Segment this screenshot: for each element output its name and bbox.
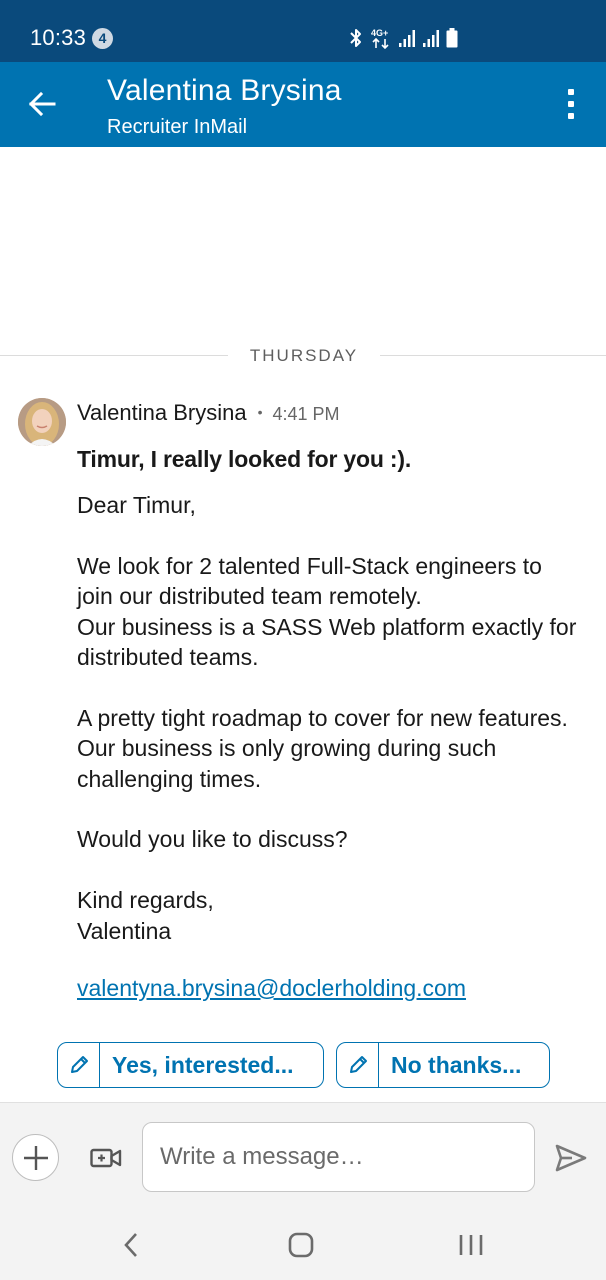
message-greeting: Dear Timur, bbox=[77, 492, 196, 518]
message-subject: Timur, I really looked for you :). bbox=[77, 446, 412, 472]
chevron-left-icon bbox=[124, 1233, 137, 1257]
message-paragraph: A pretty tight roadmap to cover for new … bbox=[77, 704, 568, 792]
header-subtitle: Recruiter InMail bbox=[107, 116, 248, 138]
pencil-icon bbox=[337, 1043, 379, 1087]
video-camera-icon bbox=[90, 1148, 122, 1168]
message-closing: Kind regards, bbox=[77, 887, 214, 914]
message-input[interactable] bbox=[142, 1122, 535, 1192]
separator-dot: • bbox=[257, 404, 263, 420]
plus-icon bbox=[23, 1145, 48, 1170]
divider-line bbox=[380, 355, 606, 356]
signal-icon bbox=[399, 30, 415, 47]
quick-reply-label: No thanks... bbox=[391, 1051, 522, 1078]
message-signature: Valentina bbox=[77, 917, 172, 944]
notification-badge: 4 bbox=[92, 28, 113, 49]
message-question: Would you like to discuss? bbox=[77, 826, 348, 853]
send-icon bbox=[555, 1144, 587, 1172]
battery-icon bbox=[446, 28, 458, 48]
profile-photo-icon bbox=[18, 398, 66, 446]
signal-icon bbox=[423, 30, 439, 47]
add-attachment-button[interactable] bbox=[12, 1134, 59, 1181]
message-header: Valentina Brysina • 4:41 PM bbox=[77, 400, 340, 426]
quick-reply-label: Yes, interested... bbox=[112, 1051, 294, 1078]
more-vertical-icon-dot bbox=[568, 101, 574, 107]
date-label: THURSDAY bbox=[249, 346, 359, 365]
quick-reply-no-button[interactable]: No thanks... bbox=[336, 1042, 550, 1088]
recent-apps-icon bbox=[459, 1235, 483, 1255]
more-options-button[interactable] bbox=[553, 82, 589, 126]
sender-name[interactable]: Valentina Brysina bbox=[77, 400, 247, 426]
back-button[interactable] bbox=[22, 84, 62, 124]
more-vertical-icon-dot bbox=[568, 113, 574, 119]
message-paragraph: Our business is a SASS Web platform exac… bbox=[77, 613, 577, 671]
video-message-button[interactable] bbox=[88, 1141, 124, 1175]
divider-line bbox=[0, 355, 228, 356]
nav-recent-apps-button[interactable] bbox=[454, 1228, 488, 1262]
message-time: 4:41 PM bbox=[272, 404, 340, 424]
pencil-icon bbox=[58, 1043, 100, 1087]
status-time: 10:33 bbox=[30, 25, 87, 50]
arrow-left-icon bbox=[28, 91, 56, 117]
quick-reply-yes-button[interactable]: Yes, interested... bbox=[57, 1042, 324, 1088]
header-contact-name[interactable]: Valentina Brysina bbox=[107, 74, 342, 108]
message-body: Dear Timur, We look for 2 talented Full-… bbox=[77, 490, 577, 946]
network-label: 4G+ bbox=[371, 28, 388, 38]
avatar[interactable] bbox=[18, 398, 66, 446]
nav-back-button[interactable] bbox=[116, 1228, 146, 1262]
more-vertical-icon bbox=[568, 89, 574, 95]
message-paragraph: We look for 2 talented Full-Stack engine… bbox=[77, 552, 542, 610]
status-bar: 10:33 4 4G+ bbox=[0, 0, 606, 62]
conversation-header: Valentina Brysina Recruiter InMail bbox=[0, 62, 606, 147]
network-4g-icon: 4G+ bbox=[371, 28, 389, 49]
bluetooth-icon bbox=[350, 29, 361, 47]
date-divider: THURSDAY bbox=[0, 345, 606, 367]
status-icons: 4G+ bbox=[348, 26, 458, 50]
home-square-icon bbox=[288, 1232, 314, 1258]
send-button[interactable] bbox=[552, 1141, 590, 1175]
compose-bar bbox=[0, 1102, 606, 1210]
email-link[interactable]: valentyna.brysina@doclerholding.com bbox=[77, 975, 466, 1002]
nav-home-button[interactable] bbox=[286, 1228, 316, 1262]
system-nav-bar bbox=[0, 1210, 606, 1280]
